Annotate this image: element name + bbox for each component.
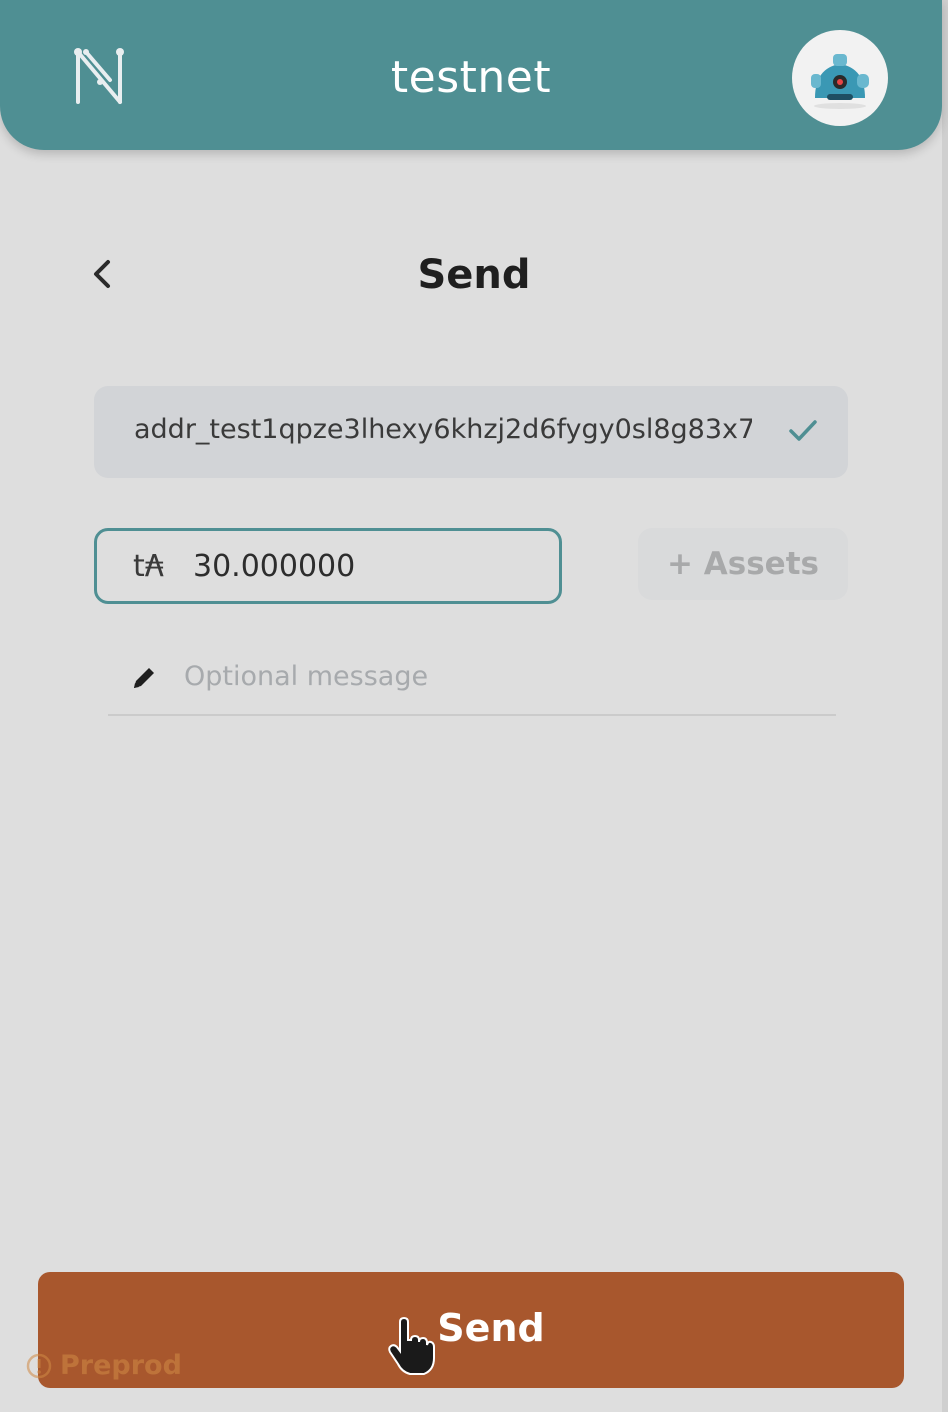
page-title: Send <box>417 252 531 298</box>
network-badge: Preprod <box>26 1350 182 1381</box>
amount-input-field[interactable]: t₳ 30.000000 <box>94 528 562 604</box>
network-badge-label: Preprod <box>60 1350 182 1381</box>
wallet-send-page: testnet Send addr_test1qpze3lhexy6khzj2d… <box>0 0 948 1412</box>
window-edge <box>942 0 948 1412</box>
optional-message-input[interactable] <box>182 660 826 693</box>
send-button-label: Send <box>437 1306 545 1350</box>
pencil-icon <box>134 668 154 688</box>
app-header: testnet <box>0 0 942 150</box>
currency-symbol: t₳ <box>133 549 164 584</box>
hand-cursor-icon <box>388 1316 435 1375</box>
add-assets-button[interactable]: + Assets <box>638 528 848 600</box>
recipient-address-field[interactable]: addr_test1qpze3lhexy6khzj2d6fygy0sl8g83x… <box>94 386 848 478</box>
robot-avatar-icon <box>811 54 869 109</box>
message-row <box>108 640 836 716</box>
recipient-address-value[interactable]: addr_test1qpze3lhexy6khzj2d6fygy0sl8g83x… <box>134 414 752 445</box>
amount-value[interactable]: 30.000000 <box>193 549 355 584</box>
account-avatar-button[interactable] <box>792 30 888 126</box>
info-icon <box>26 1353 52 1378</box>
check-icon <box>789 420 817 441</box>
